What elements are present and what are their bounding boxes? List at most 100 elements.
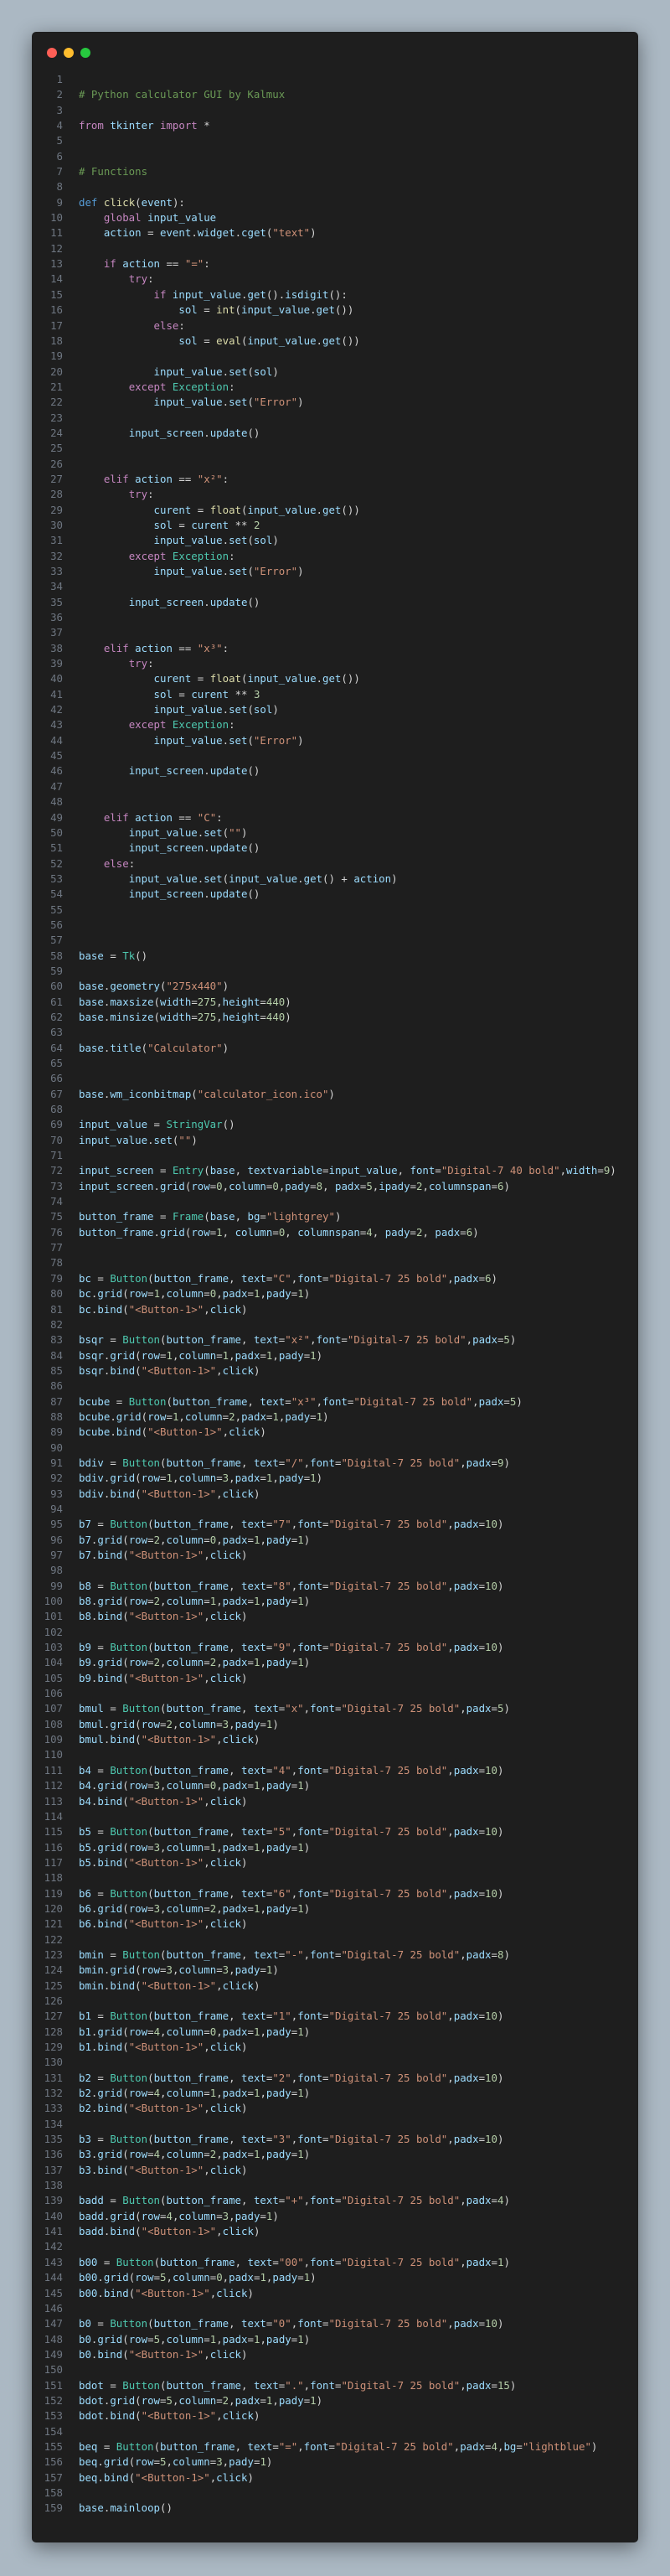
code-token: font	[297, 2071, 323, 2084]
code-token: (	[122, 2025, 129, 2038]
code-line: 143 b00 = Button(button_frame, text="00",…	[32, 2255, 638, 2270]
code-token: =	[491, 2378, 497, 2392]
code-token: base	[79, 949, 104, 962]
code-token: ()	[222, 1118, 235, 1131]
code-line: 110	[32, 1747, 638, 1762]
code-token: "."	[285, 2378, 304, 2392]
close-window-button[interactable]	[47, 48, 57, 58]
line-number: 18	[50, 334, 63, 347]
code-line-text: b2.grid(row=4,column=1,padx=1,pady=1)	[79, 2086, 310, 2101]
code-token: b9	[79, 1671, 91, 1684]
code-token: ()	[322, 872, 335, 885]
maximize-window-button[interactable]	[80, 48, 90, 58]
line-number: 100	[44, 1595, 63, 1608]
code-token: .	[204, 887, 210, 901]
line-number: 114	[44, 1809, 63, 1823]
code-token: "calculator_icon.ico"	[197, 1087, 329, 1100]
code-token: )	[497, 1579, 504, 1592]
code-token: click	[216, 2286, 248, 2299]
minimize-window-button[interactable]	[64, 48, 74, 58]
code-token: bind	[97, 2041, 123, 2053]
code-token: .	[234, 226, 242, 240]
code-line-text: bsqr = Button(button_frame, text="x²",fo…	[79, 1332, 516, 1347]
code-token: "2"	[272, 2071, 291, 2084]
code-token: ,	[216, 1656, 223, 1669]
code-token: bc	[79, 1302, 91, 1316]
code-token: 1	[297, 2332, 304, 2346]
code-token: get	[303, 872, 322, 885]
line-number: 37	[50, 626, 63, 639]
code-line: 1	[32, 72, 638, 87]
code-token: column	[166, 1595, 204, 1608]
code-token: 10	[485, 1579, 497, 1592]
line-number: 153	[44, 2409, 63, 2423]
code-line: 69 input_value = StringVar()	[32, 1117, 638, 1132]
line-number: 68	[50, 1103, 63, 1116]
line-number: 80	[50, 1287, 63, 1301]
line-number: 62	[50, 1010, 63, 1023]
code-token: font	[297, 2317, 323, 2330]
code-token: 3	[153, 1840, 161, 1854]
code-line-text: except Exception:	[79, 717, 235, 732]
code-token: bcube	[79, 1425, 111, 1439]
code-token: else	[153, 318, 179, 332]
code-token: set	[204, 825, 223, 839]
code-token: column	[178, 1472, 217, 1485]
code-token: ,	[460, 1456, 466, 1469]
code-token: "x³"	[291, 1394, 317, 1408]
code-line: 75 button_frame = Frame(base, bg="lightgr…	[32, 1209, 638, 1224]
code-token: =	[478, 1763, 486, 1777]
code-token: input_value	[172, 287, 241, 301]
code-token: "<Button-1>"	[128, 2041, 204, 2053]
code-token: 10	[485, 2071, 497, 2084]
code-token: =	[260, 995, 266, 1008]
line-number: 50	[50, 825, 63, 839]
code-token: bdot	[79, 2378, 104, 2392]
code-token: "1"	[272, 2010, 291, 2023]
code-token: b1	[79, 2010, 91, 2023]
code-token: ==	[178, 641, 192, 654]
code-line: 128 b1.grid(row=4,column=0,padx=1,pady=1)	[32, 2025, 638, 2040]
code-token: ,	[229, 2010, 235, 2023]
code-token: )	[272, 2209, 279, 2222]
line-number: 73	[50, 1179, 63, 1192]
code-token: 3	[153, 1779, 161, 1792]
code-token: .	[153, 1225, 160, 1239]
code-token: pady	[278, 1348, 304, 1362]
code-line-text: button_frame = Frame(base, bg="lightgrey…	[79, 1209, 341, 1224]
code-token: b00	[79, 2286, 98, 2299]
code-line: 100 b8.grid(row=2,column=1,padx=1,pady=1)	[32, 1594, 638, 1609]
code-line: 80 bc.grid(row=1,column=0,padx=1,pady=1)	[32, 1286, 638, 1301]
code-token: b6	[79, 1886, 91, 1900]
code-line-text: b00.grid(row=5,column=0,padx=1,pady=1)	[79, 2270, 317, 2285]
code-token: font	[316, 1333, 342, 1347]
code-line-text: from tkinter import *	[79, 118, 210, 133]
code-token: row	[141, 2393, 161, 2407]
code-token: button_frame	[160, 2439, 235, 2453]
code-line: 158	[32, 2485, 638, 2501]
code-token: "+"	[285, 2194, 304, 2207]
code-token: set	[229, 396, 248, 409]
code-line-text: b9 = Button(button_frame, text="9",font=…	[79, 1640, 503, 1655]
code-token: bcube	[79, 1394, 111, 1408]
code-token: ()	[247, 595, 260, 608]
code-line: 137 b3.bind("<Button-1>",click)	[32, 2163, 638, 2178]
code-token: column	[178, 1348, 217, 1362]
code-line: 81 bc.bind("<Button-1>",click)	[32, 1302, 638, 1317]
code-token: =	[97, 1518, 104, 1531]
code-token: float	[209, 672, 242, 685]
code-token: click	[222, 2409, 254, 2423]
code-token: ,	[204, 1855, 210, 1869]
code-token: font	[297, 1763, 323, 1777]
code-token: bmin	[79, 1963, 104, 1977]
code-token: ,	[447, 2071, 454, 2084]
code-token: bind	[97, 1610, 123, 1623]
code-token: =	[491, 2194, 497, 2207]
code-token: (	[247, 534, 254, 547]
code-token: b8	[79, 1579, 91, 1592]
